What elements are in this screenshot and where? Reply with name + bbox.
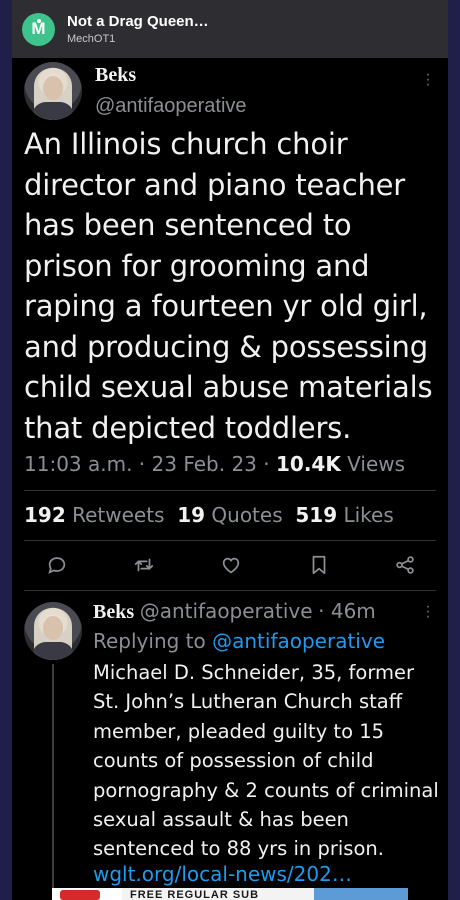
retweets-stat[interactable]: 192 Retweets (24, 503, 164, 527)
quotes-stat[interactable]: 19 Quotes (177, 503, 282, 527)
tweet-author-handle[interactable]: @antifaoperative (95, 95, 247, 118)
quotes-count: 19 (177, 503, 206, 527)
ad-logo (60, 890, 100, 900)
divider (24, 490, 436, 491)
thread-line (52, 664, 54, 900)
retweets-count: 192 (24, 503, 66, 527)
reply-more-options-icon[interactable]: · · · (425, 599, 431, 625)
reply-time: · 46m (318, 599, 376, 623)
tweet-author-name[interactable]: Beks (95, 64, 136, 87)
reply-author-handle[interactable]: @antifaoperative (140, 599, 313, 623)
like-icon[interactable] (220, 554, 242, 576)
ad-banner[interactable]: FREE REGULAR SUB (52, 888, 408, 900)
more-options-icon[interactable]: · · · (425, 67, 431, 93)
reply-icon[interactable] (46, 554, 68, 576)
avatar-body (32, 642, 74, 660)
app-titles: Not a Drag Queen… MechOT1 (67, 13, 209, 45)
likes-label: Likes (343, 503, 394, 527)
avatar-body (32, 102, 74, 120)
avatar-face (43, 616, 63, 640)
likes-stat[interactable]: 519 Likes (295, 503, 393, 527)
ad-text: FREE REGULAR SUB (130, 889, 260, 900)
share-icon[interactable] (394, 554, 416, 576)
tweet-author-avatar[interactable] (24, 62, 82, 120)
tweet-meta: 11:03 a.m. · 23 Feb. 23 · 10.4K Views (24, 452, 405, 476)
bookmark-icon[interactable] (308, 554, 330, 576)
quotes-label: Quotes (211, 503, 283, 527)
reply-author-avatar[interactable] (24, 602, 82, 660)
app-avatar[interactable]: M (22, 12, 55, 46)
tweet-stats: 192 Retweets 19 Quotes 519 Likes (24, 503, 394, 527)
replying-to-label: Replying to (93, 629, 213, 653)
app-header: M Not a Drag Queen… MechOT1 (12, 0, 448, 58)
tweet-text: An Illinois church choir director and pi… (24, 127, 433, 445)
divider (24, 590, 436, 591)
app-subtitle: MechOT1 (67, 33, 116, 45)
app-title: Not a Drag Queen… (67, 13, 209, 30)
retweets-label: Retweets (72, 503, 165, 527)
reply-text: Michael D. Schneider, 35, former St. Joh… (93, 661, 439, 861)
replying-to-handle[interactable]: @antifaoperative (212, 629, 385, 653)
app-avatar-dot (37, 18, 41, 23)
ad-image (314, 888, 408, 900)
divider (24, 540, 436, 541)
reply-author-name[interactable]: Beks (93, 601, 134, 623)
tweet-timestamp[interactable]: 11:03 a.m. · 23 Feb. 23 · (24, 452, 276, 476)
tweet-actions-bar (24, 548, 436, 582)
replying-to: Replying to @antifaoperative (93, 629, 385, 653)
tweet-views-count: 10.4K (275, 452, 341, 476)
tweet-views-label: Views (340, 452, 406, 476)
retweet-icon[interactable] (133, 554, 155, 576)
avatar-face (43, 76, 63, 100)
reply-link[interactable]: wglt.org/local-news/202… (93, 862, 352, 886)
reply-header: Beks @antifaoperative · 46m (93, 599, 376, 624)
likes-count: 519 (295, 503, 338, 527)
